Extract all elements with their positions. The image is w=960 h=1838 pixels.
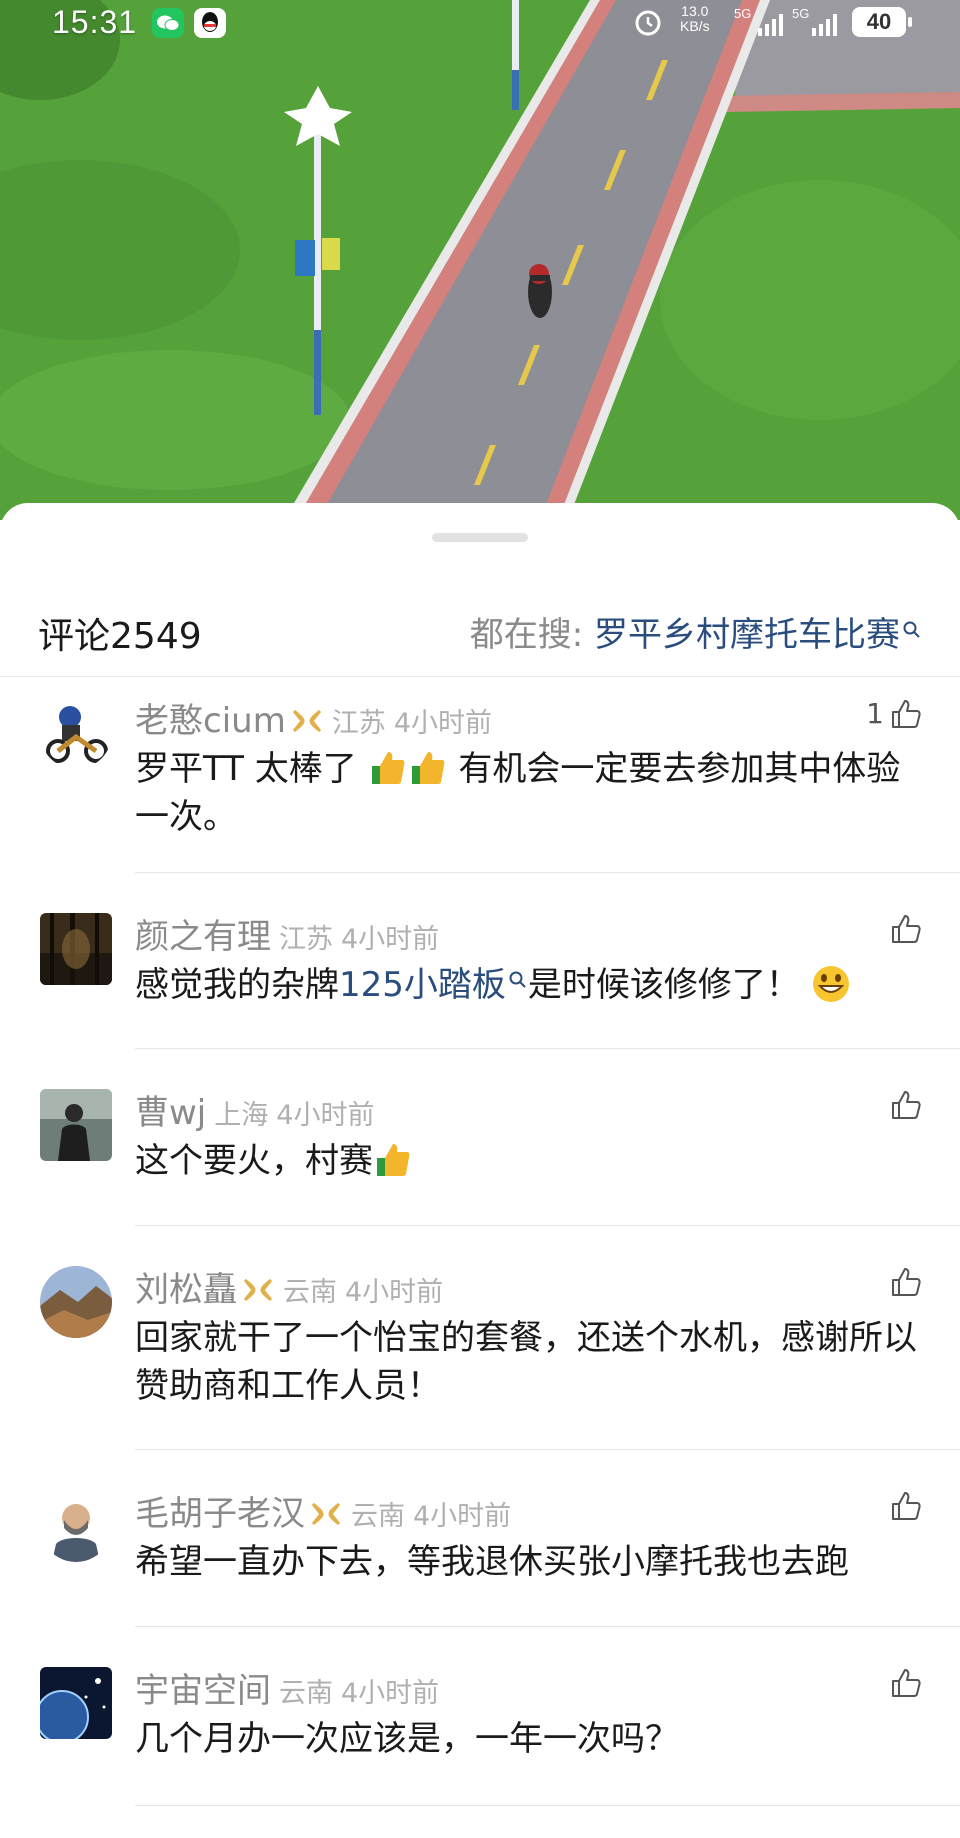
like-button[interactable] [890, 1089, 922, 1121]
comment-time: 4小时前 [393, 708, 492, 739]
like-icon [892, 1268, 921, 1296]
video-player[interactable]: 15:31 13.0 KB/s 5G 5G 40 [0, 0, 960, 520]
comment-time: 4小时前 [413, 1501, 512, 1532]
avatar[interactable] [40, 1089, 112, 1161]
like-icon [892, 915, 921, 943]
sheet-drag-handle[interactable] [432, 533, 528, 542]
like-button[interactable] [890, 1266, 922, 1298]
avatar[interactable] [40, 913, 112, 985]
comment-region: 云南 [283, 1277, 337, 1308]
comment-item: 颜之有理 江苏 4小时前 感觉我的杂牌125小踏板 是时候该修修了！ [0, 873, 960, 1049]
comment-item: 刘松矗 云南 4小时前 回家就干了一个怡宝的套餐，还送个水机，感谢所以赞助商和工作人… [0, 1226, 960, 1450]
comment-author[interactable]: 刘松矗 [135, 1270, 237, 1310]
network-type-2: 5G [792, 6, 810, 21]
comment-meta: 颜之有理 江苏 4小时前 [135, 909, 439, 958]
like-icon [892, 699, 921, 728]
video-frame [0, 0, 960, 520]
comment-text: 感觉我的杂牌125小踏板 是时候该修修了！ [135, 961, 925, 1009]
avatar[interactable] [40, 1667, 112, 1739]
status-time: 15:31 [52, 4, 138, 40]
comments-total: 2549 [110, 616, 202, 657]
comment-time: 4小时前 [276, 1100, 375, 1131]
comment-time: 4小时前 [341, 924, 440, 955]
thumbs-up-emoji [411, 752, 444, 784]
comment-text: 这个要火，村赛 [135, 1137, 925, 1185]
comment-list: 老憨cium 江苏 4小时前 1 罗平TT 太棒了 有机会一定要去参加其中体验一次。… [0, 677, 960, 1807]
comment-meta: 曹wj 上海 4小时前 [135, 1085, 374, 1134]
comments-sheet: 评论2549 都在搜: 罗平乡村摩托车比赛 老憨cium 江苏 4小时前 1 罗平T… [0, 503, 960, 1838]
verified-badge-icon [292, 709, 321, 733]
avatar[interactable] [40, 1266, 112, 1338]
qq-icon [194, 8, 226, 38]
network-type-1: 5G [734, 6, 752, 21]
wechat-icon [152, 8, 184, 38]
comment-region: 江苏 [279, 924, 333, 955]
verified-badge-icon [243, 1278, 273, 1302]
status-bar: 15:31 13.0 KB/s 5G 5G 40 [0, 0, 960, 46]
avatar[interactable] [40, 1490, 112, 1562]
comment-item: 宇宙空间 云南 4小时前 几个月办一次应该是，一年一次吗？ [0, 1627, 960, 1807]
comment-author[interactable]: 老憨cium [135, 701, 286, 741]
like-button[interactable] [890, 913, 922, 945]
verified-badge-icon [311, 1502, 341, 1526]
comment-author[interactable]: 毛胡子老汉 [135, 1494, 305, 1534]
comment-meta: 刘松矗 云南 4小时前 [135, 1262, 443, 1311]
comment-meta: 宇宙空间 云南 4小时前 [135, 1663, 439, 1712]
battery-icon: 40 [852, 7, 912, 37]
comment-item: 老憨cium 江苏 4小时前 1 罗平TT 太棒了 有机会一定要去参加其中体验一次。 [0, 677, 960, 873]
alarm-icon [632, 6, 664, 38]
thumbs-up-emoji [377, 1144, 410, 1176]
hot-search[interactable]: 都在搜: 罗平乡村摩托车比赛 [470, 607, 922, 656]
thumbs-up-emoji [371, 752, 404, 784]
hot-search-prefix: 都在搜: [469, 615, 594, 655]
comment-text: 几个月办一次应该是，一年一次吗？ [135, 1719, 679, 1759]
like-button[interactable] [890, 1667, 922, 1699]
comment-author[interactable]: 颜之有理 [135, 917, 271, 957]
comment-author[interactable]: 曹wj [135, 1093, 206, 1133]
network-speed: 13.0 KB/s [680, 3, 710, 34]
like-button[interactable]: 1 [866, 697, 922, 730]
like-button[interactable] [890, 1490, 922, 1522]
like-icon [892, 1091, 921, 1119]
grin-emoji [812, 966, 849, 1002]
search-icon [903, 621, 920, 638]
comment-region: 云南 [351, 1501, 405, 1532]
avatar[interactable] [40, 697, 112, 769]
comment-text: 希望一直办下去，等我退休买张小摩托我也去跑 [135, 1542, 849, 1582]
comment-region: 上海 [214, 1100, 269, 1131]
comment-meta: 毛胡子老汉 云南 4小时前 [135, 1486, 511, 1535]
hot-search-term[interactable]: 罗平乡村摩托车比赛 [594, 615, 900, 655]
comments-title: 评论 [38, 616, 111, 657]
sheet-header: 评论2549 都在搜: 罗平乡村摩托车比赛 [0, 571, 960, 677]
comment-item: 毛胡子老汉 云南 4小时前 希望一直办下去，等我退休买张小摩托我也去跑 [0, 1450, 960, 1627]
comment-author[interactable]: 宇宙空间 [135, 1671, 271, 1711]
comment-time: 4小时前 [345, 1277, 444, 1308]
comment-count: 评论2549 [38, 607, 202, 659]
comment-meta: 老憨cium 江苏 4小时前 [135, 693, 492, 742]
divider [135, 1805, 960, 1806]
comment-time: 4小时前 [341, 1678, 440, 1709]
comment-item: 曹wj 上海 4小时前 这个要火，村赛 [0, 1049, 960, 1226]
like-icon [892, 1669, 921, 1697]
comment-region: 江苏 [331, 708, 386, 739]
like-count: 1 [866, 697, 884, 730]
search-icon [509, 971, 526, 988]
comment-region: 云南 [279, 1678, 333, 1709]
comment-text: 回家就干了一个怡宝的套餐，还送个水机，感谢所以赞助商和工作人员！ [135, 1318, 917, 1406]
search-link[interactable]: 125小踏板 [339, 965, 506, 1005]
like-icon [892, 1492, 921, 1520]
comment-text: 罗平TT 太棒了 有机会一定要去参加其中体验一次。 [135, 749, 901, 837]
